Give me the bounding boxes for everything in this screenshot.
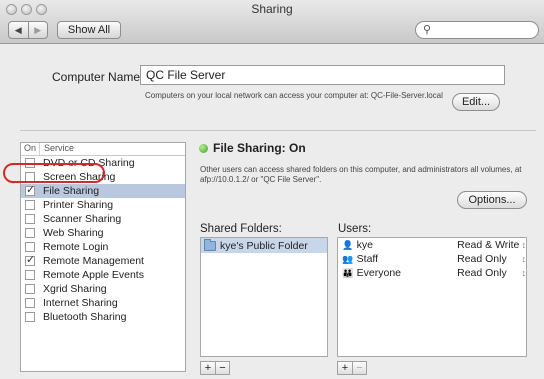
window-toolbar: Sharing ◀ ▶ Show All ⚲ [0, 0, 544, 44]
service-checkbox[interactable] [25, 298, 35, 308]
shared-folders-label: Shared Folders: [200, 223, 282, 235]
service-checkbox[interactable] [25, 228, 35, 238]
search-icon: ⚲ [423, 24, 432, 36]
service-row[interactable]: Web Sharing [21, 226, 185, 240]
service-row[interactable]: Remote Login [21, 240, 185, 254]
navigation-buttons: ◀ ▶ [8, 21, 48, 39]
service-checkbox[interactable] [25, 183, 35, 196]
service-label: Bluetooth Sharing [43, 311, 127, 323]
highlight-ring [3, 163, 105, 183]
add-user-button[interactable]: + [338, 362, 352, 374]
user-name: Everyone [356, 267, 402, 279]
service-label: Internet Sharing [43, 297, 118, 309]
users-list: 👤 kye Read & Write ↕ 👥 Staff Read Only ↕… [337, 237, 527, 357]
remove-folder-button[interactable]: − [215, 362, 229, 374]
options-button[interactable]: Options... [457, 191, 527, 209]
status-indicator-icon [199, 144, 208, 153]
service-label: Remote Management [43, 255, 144, 267]
service-row[interactable]: Internet Sharing [21, 296, 185, 310]
service-label: Printer Sharing [43, 199, 114, 211]
group-icon: 👥 [342, 253, 354, 264]
user-row[interactable]: 👪 Everyone Read Only ↕ [338, 266, 526, 280]
service-column-header[interactable]: Service [39, 143, 74, 155]
service-row[interactable]: Remote Management [21, 253, 185, 268]
user-permission[interactable]: Read Only [457, 267, 521, 279]
user-permission[interactable]: Read & Write [457, 239, 521, 251]
service-checkbox[interactable] [25, 214, 35, 224]
edit-button[interactable]: Edit... [452, 93, 500, 111]
permission-stepper-icon[interactable]: ↕ [522, 240, 527, 250]
user-permission[interactable]: Read Only [457, 253, 521, 265]
service-row[interactable]: File Sharing [21, 183, 185, 198]
file-sharing-status: File Sharing: On [213, 141, 306, 155]
service-list-header: On Service [21, 143, 185, 156]
shared-folder-row[interactable]: kye's Public Folder [201, 238, 327, 253]
service-row[interactable]: Bluetooth Sharing [21, 310, 185, 324]
computer-name-description: Computers on your local network can acce… [145, 91, 443, 100]
add-folder-button[interactable]: + [201, 362, 215, 374]
service-label: File Sharing [43, 185, 100, 197]
on-column-header[interactable]: On [21, 143, 39, 155]
forward-arrow-icon[interactable]: ▶ [27, 22, 48, 38]
everyone-icon: 👪 [342, 267, 354, 278]
service-row[interactable]: Remote Apple Events [21, 268, 185, 282]
shared-folders-list: kye's Public Folder [200, 237, 328, 357]
permission-stepper-icon[interactable]: ↕ [522, 268, 527, 278]
service-checkbox[interactable] [25, 270, 35, 280]
user-icon: 👤 [342, 239, 354, 250]
computer-name-label: Computer Name: [52, 70, 144, 84]
service-checkbox[interactable] [25, 284, 35, 294]
computer-name-field[interactable]: QC File Server [140, 65, 505, 85]
service-label: Web Sharing [43, 227, 104, 239]
user-name: kye [356, 239, 373, 251]
service-row[interactable]: Printer Sharing [21, 198, 185, 212]
service-label: Remote Apple Events [43, 269, 144, 281]
service-label: Scanner Sharing [43, 213, 122, 225]
shared-folders-add-remove: + − [200, 361, 230, 375]
remove-user-button[interactable]: − [352, 362, 366, 374]
service-label: Remote Login [43, 241, 109, 253]
search-field[interactable]: ⚲ [415, 21, 539, 39]
section-divider [20, 130, 536, 131]
folder-icon [204, 238, 216, 251]
users-label: Users: [338, 223, 372, 235]
file-sharing-description: Other users can access shared folders on… [200, 165, 522, 184]
user-row[interactable]: 👥 Staff Read Only ↕ [338, 252, 526, 266]
permission-stepper-icon[interactable]: ↕ [522, 254, 527, 264]
service-row[interactable]: Scanner Sharing [21, 212, 185, 226]
service-checkbox[interactable] [25, 312, 35, 322]
show-all-button[interactable]: Show All [57, 21, 121, 39]
window-title: Sharing [251, 2, 293, 16]
service-checkbox[interactable] [25, 200, 35, 210]
shared-folder-name: kye's Public Folder [220, 239, 308, 252]
service-checkbox[interactable] [25, 253, 35, 266]
user-name: Staff [356, 253, 379, 265]
service-checkbox[interactable] [25, 242, 35, 252]
user-row[interactable]: 👤 kye Read & Write ↕ [338, 238, 526, 252]
service-row[interactable]: Xgrid Sharing [21, 282, 185, 296]
users-add-remove: + − [337, 361, 367, 375]
back-arrow-icon[interactable]: ◀ [9, 22, 28, 38]
service-label: Xgrid Sharing [43, 283, 107, 295]
